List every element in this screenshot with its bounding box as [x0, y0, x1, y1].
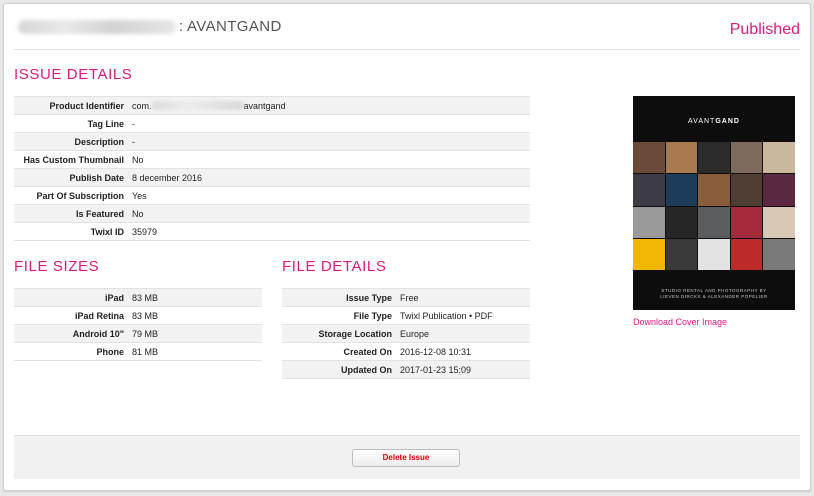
- cover-photo-tile: [730, 142, 763, 174]
- row-label: Description: [14, 132, 128, 151]
- row-label: Twixl ID: [14, 222, 128, 241]
- row-label: iPad Retina: [14, 306, 128, 325]
- row-label: Part Of Subscription: [14, 186, 128, 205]
- cover-photo-tile: [763, 142, 795, 174]
- table-row: iPad 83 MB: [14, 288, 262, 307]
- cover-photo-tile: [665, 174, 698, 206]
- row-label: Android 10": [14, 324, 128, 343]
- cover-image: AVANTGAND STUDIO RENTAL AND PHOTOGRAPHY …: [633, 96, 795, 310]
- row-value: -: [128, 132, 530, 151]
- row-label: File Type: [282, 306, 396, 325]
- table-row: Issue Type Free: [282, 288, 530, 307]
- redacted-identifier: [151, 100, 244, 110]
- cover-photo-tile: [665, 238, 698, 270]
- row-value: No: [128, 150, 530, 169]
- row-value: 2017-01-23 15:09: [396, 360, 530, 379]
- footer-bar: Delete Issue: [14, 435, 800, 479]
- delete-issue-button[interactable]: Delete Issue: [352, 449, 460, 467]
- table-row: Description -: [14, 132, 530, 151]
- row-value: 83 MB: [128, 306, 262, 325]
- cover-photo-tile: [763, 238, 795, 270]
- table-row: Has Custom Thumbnail No: [14, 150, 530, 169]
- row-label: Phone: [14, 342, 128, 361]
- cover-photo-tile: [698, 238, 730, 270]
- row-value: 2016-12-08 10:31: [396, 342, 530, 361]
- download-cover-link[interactable]: Download Cover Image: [633, 317, 727, 327]
- cover-photo-tile: [665, 206, 698, 238]
- table-row: Is Featured No: [14, 204, 530, 223]
- identifier-prefix: com.: [132, 100, 152, 111]
- issue-panel: : AVANTGAND Published ISSUE DETAILS Prod…: [3, 3, 811, 491]
- table-row: Publish Date 8 december 2016: [14, 168, 530, 187]
- cover-photo-tile: [633, 142, 665, 174]
- table-row: Product Identifier com. avantgand: [14, 96, 530, 115]
- issue-details-heading: ISSUE DETAILS: [14, 66, 133, 83]
- cover-photo-tile: [763, 174, 795, 206]
- row-value: Yes: [128, 186, 530, 205]
- title-separator: :: [179, 18, 184, 35]
- status-label: Published: [729, 21, 800, 38]
- row-value: 83 MB: [128, 288, 262, 307]
- row-label: Publish Date: [14, 168, 128, 187]
- cover-photo-tile: [763, 206, 795, 238]
- page-header: : AVANTGAND Published: [14, 16, 800, 50]
- row-label: iPad: [14, 288, 128, 307]
- redacted-publisher-name: [18, 20, 176, 34]
- cover-credit: STUDIO RENTAL AND PHOTOGRAPHY BY LIEVEN …: [660, 288, 768, 299]
- row-value: 8 december 2016: [128, 168, 530, 187]
- row-value: 35979: [128, 222, 530, 241]
- cover-photo-tile: [730, 174, 763, 206]
- row-value: -: [128, 114, 530, 133]
- row-value: Europe: [396, 324, 530, 343]
- table-row: File Type Twixl Publication • PDF: [282, 306, 530, 325]
- row-label: Storage Location: [282, 324, 396, 343]
- cover-photo-tile: [730, 206, 763, 238]
- cover-photo-tile: [633, 238, 665, 270]
- file-sizes-heading: FILE SIZES: [14, 258, 100, 275]
- row-label: Tag Line: [14, 114, 128, 133]
- row-label: Updated On: [282, 360, 396, 379]
- cover-logo: AVANTGAND: [688, 118, 740, 125]
- table-row: Updated On 2017-01-23 15:09: [282, 360, 530, 379]
- row-label: Has Custom Thumbnail: [14, 150, 128, 169]
- cover-photo-tile: [698, 206, 730, 238]
- page-title: AVANTGAND: [187, 18, 282, 35]
- table-row: iPad Retina 83 MB: [14, 306, 262, 325]
- cover-photo-grid: [633, 142, 795, 270]
- cover-photo-tile: [698, 174, 730, 206]
- table-row: Android 10" 79 MB: [14, 324, 262, 343]
- row-value: com. avantgand: [128, 96, 530, 115]
- row-value: Twixl Publication • PDF: [396, 306, 530, 325]
- row-value: Free: [396, 288, 530, 307]
- row-label: Product Identifier: [14, 96, 128, 115]
- row-value: 79 MB: [128, 324, 262, 343]
- table-row: Twixl ID 35979: [14, 222, 530, 241]
- table-row: Created On 2016-12-08 10:31: [282, 342, 530, 361]
- identifier-suffix: avantgand: [243, 100, 286, 111]
- issue-details-table: Product Identifier com. avantgand Tag Line -…: [14, 96, 530, 241]
- cover-photo-tile: [730, 238, 763, 270]
- table-row: Tag Line -: [14, 114, 530, 133]
- cover-photo-tile: [665, 142, 698, 174]
- row-label: Created On: [282, 342, 396, 361]
- file-details-heading: FILE DETAILS: [282, 258, 387, 275]
- table-row: Storage Location Europe: [282, 324, 530, 343]
- table-row: Phone 81 MB: [14, 342, 262, 361]
- row-label: Is Featured: [14, 204, 128, 223]
- row-value: No: [128, 204, 530, 223]
- table-row: Part Of Subscription Yes: [14, 186, 530, 205]
- cover-photo-tile: [633, 206, 665, 238]
- file-sizes-table: iPad 83 MB iPad Retina 83 MB Android 10" 79 M…: [14, 288, 262, 361]
- cover-photo-tile: [698, 142, 730, 174]
- row-value: 81 MB: [128, 342, 262, 361]
- row-label: Issue Type: [282, 288, 396, 307]
- cover-photo-tile: [633, 174, 665, 206]
- file-details-table: Issue Type Free File Type Twixl Publication…: [282, 288, 530, 379]
